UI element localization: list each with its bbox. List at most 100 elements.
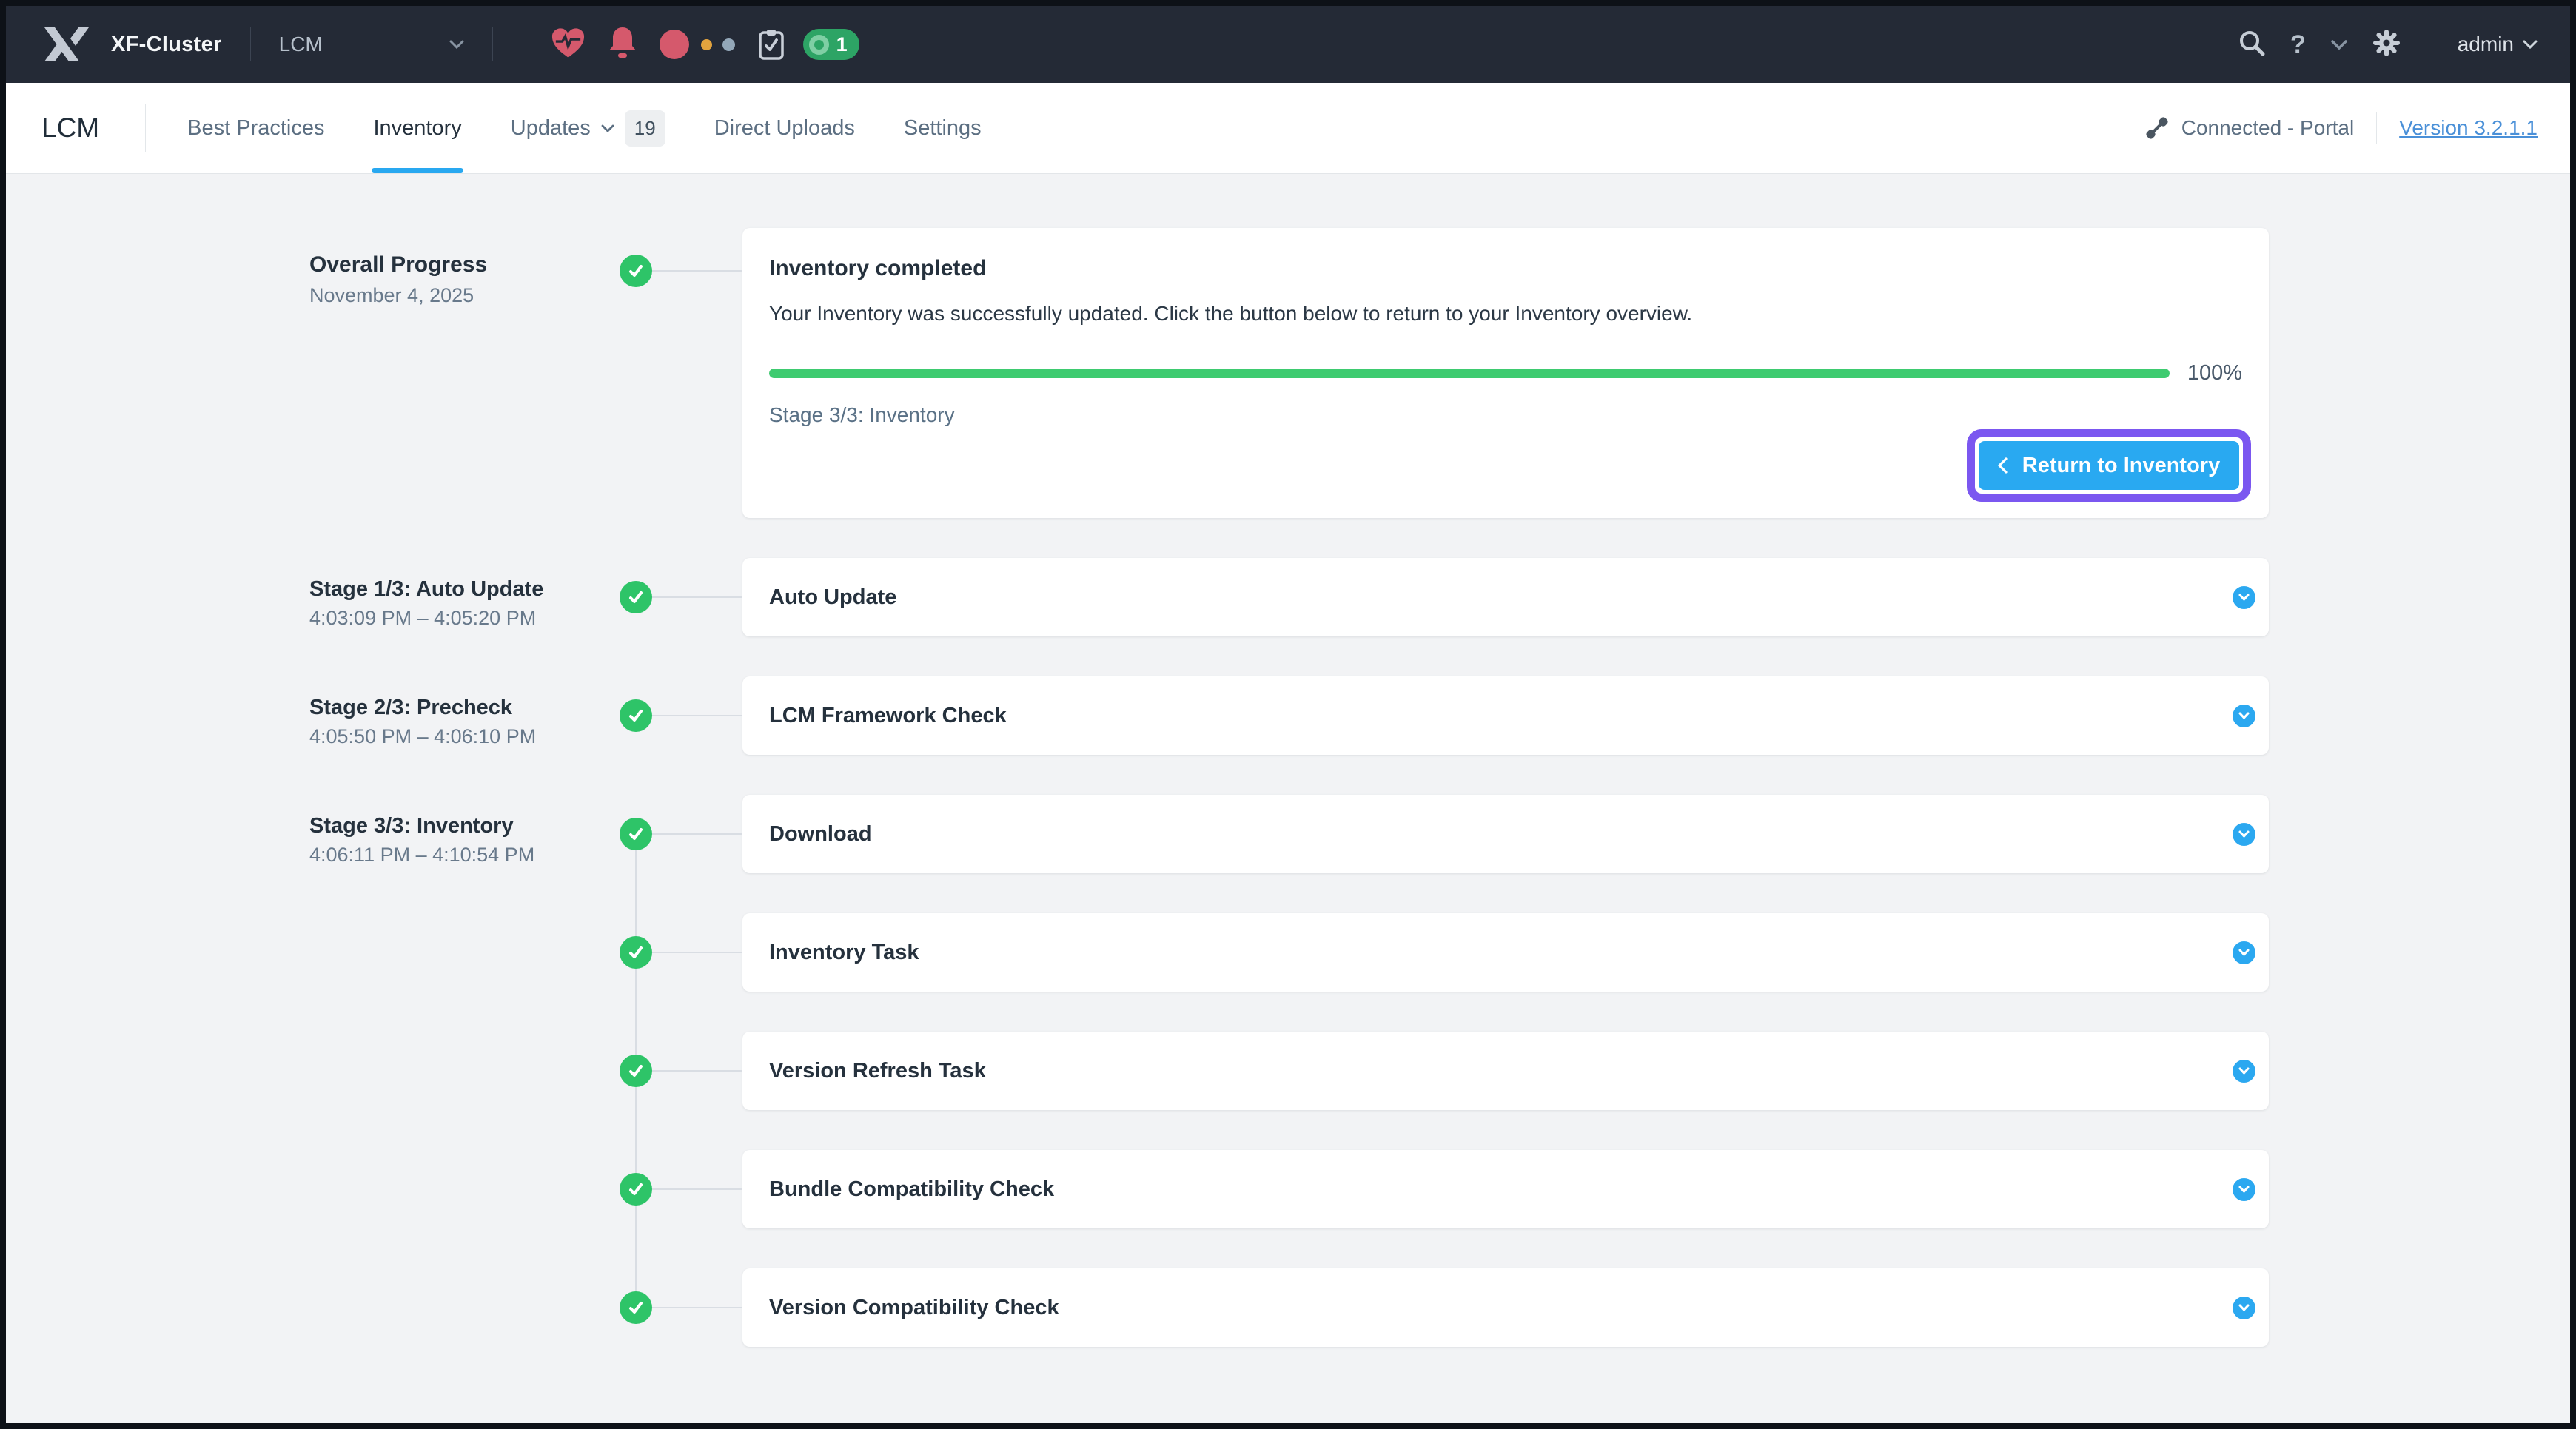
- stage-label: Stage 2/3: Precheck: [309, 694, 724, 721]
- critical-alert-dot[interactable]: [660, 30, 689, 59]
- top-bar: XF-Cluster LCM: [6, 6, 2570, 83]
- app-selector-dropdown[interactable]: LCM: [279, 33, 464, 56]
- card-message: Your Inventory was successfully updated.…: [769, 302, 2242, 326]
- return-to-inventory-button[interactable]: Return to Inventory: [1979, 441, 2239, 490]
- stage-time-range: 4:05:50 PM – 4:06:10 PM: [309, 724, 724, 749]
- divider: [145, 104, 146, 152]
- alerts-bell-icon[interactable]: [608, 26, 637, 63]
- chevron-down-icon: [2523, 40, 2538, 49]
- task-count: 1: [836, 33, 848, 56]
- connector-line: [652, 1307, 742, 1308]
- expand-chevron-icon[interactable]: [2233, 1178, 2255, 1201]
- check-success-icon: [620, 581, 652, 613]
- running-tasks-pill[interactable]: 1: [803, 29, 859, 60]
- cluster-name: XF-Cluster: [111, 33, 222, 57]
- task-title: Version Refresh Task: [769, 1059, 2233, 1083]
- stage-1-label-block: Stage 1/3: Auto Update 4:03:09 PM – 4:05…: [309, 576, 724, 631]
- current-stage-label: Stage 3/3: Inventory: [769, 403, 2242, 427]
- search-icon[interactable]: [2238, 30, 2265, 60]
- stage-label: Stage 3/3: Inventory: [309, 813, 724, 839]
- expand-chevron-icon[interactable]: [2233, 1060, 2255, 1083]
- tab-updates[interactable]: Updates 19: [511, 83, 665, 173]
- lcm-nav-bar: LCM Best Practices Inventory Updates 19 …: [6, 83, 2570, 173]
- connector-line: [652, 1188, 742, 1190]
- chevron-left-icon: [1998, 457, 2008, 474]
- task-title: Inventory Task: [769, 941, 2233, 965]
- progress-percent: 100%: [2187, 361, 2242, 386]
- stage-time-range: 4:06:11 PM – 4:10:54 PM: [309, 842, 724, 867]
- expand-chevron-icon[interactable]: [2233, 941, 2255, 964]
- updates-count-badge: 19: [625, 110, 665, 147]
- task-card-version-refresh-task: Version Refresh Task: [742, 1032, 2269, 1110]
- expand-chevron-icon[interactable]: [2233, 823, 2255, 846]
- task-title: LCM Framework Check: [769, 704, 2233, 728]
- tab-direct-uploads[interactable]: Direct Uploads: [714, 83, 855, 173]
- overall-progress-date: November 4, 2025: [309, 283, 724, 308]
- connector-line: [652, 952, 742, 953]
- nutanix-x-logo-icon[interactable]: [44, 27, 89, 61]
- task-card-lcm-framework-check: LCM Framework Check: [742, 676, 2269, 755]
- inventory-completed-card: Inventory completed Your Inventory was s…: [742, 228, 2269, 518]
- task-card-download: Download: [742, 795, 2269, 873]
- connector-line: [652, 833, 742, 835]
- connection-status: Connected - Portal: [2146, 116, 2354, 140]
- chevron-down-icon: [449, 40, 464, 49]
- expand-chevron-icon[interactable]: [2233, 1297, 2255, 1319]
- expand-chevron-icon[interactable]: [2233, 705, 2255, 727]
- app-selector-label: LCM: [279, 33, 323, 56]
- check-success-icon: [620, 1055, 652, 1087]
- tab-best-practices[interactable]: Best Practices: [187, 83, 324, 173]
- task-title: Version Compatibility Check: [769, 1296, 2233, 1320]
- connection-status-label: Connected - Portal: [2181, 116, 2354, 140]
- check-success-icon: [620, 818, 652, 850]
- health-icons-group: 1: [551, 26, 859, 63]
- version-link[interactable]: Version 3.2.1.1: [2399, 116, 2538, 140]
- stage-3-label-block: Stage 3/3: Inventory 4:06:11 PM – 4:10:5…: [309, 813, 724, 867]
- check-success-icon: [620, 699, 652, 732]
- tab-settings[interactable]: Settings: [904, 83, 982, 173]
- task-card-auto-update: Auto Update: [742, 558, 2269, 636]
- task-card-bundle-compatibility-check: Bundle Compatibility Check: [742, 1150, 2269, 1228]
- stage-2-label-block: Stage 2/3: Precheck 4:05:50 PM – 4:06:10…: [309, 694, 724, 749]
- app-window: XF-Cluster LCM: [6, 6, 2570, 1423]
- stage-label: Stage 1/3: Auto Update: [309, 576, 724, 602]
- divider: [250, 27, 251, 61]
- overall-progress-label-block: Overall Progress November 4, 2025: [309, 252, 724, 308]
- nav-tabs: Best Practices Inventory Updates 19 Dire…: [187, 83, 982, 173]
- connector-line: [652, 270, 742, 272]
- connector-line: [652, 596, 742, 598]
- task-title: Bundle Compatibility Check: [769, 1177, 2233, 1202]
- check-success-icon: [620, 936, 652, 969]
- help-icon[interactable]: ?: [2290, 32, 2306, 57]
- task-card-inventory-task: Inventory Task: [742, 913, 2269, 992]
- progress-bar-track: [769, 369, 2170, 378]
- highlight-ring: Return to Inventory: [1967, 429, 2251, 502]
- health-heart-icon[interactable]: [551, 27, 586, 63]
- task-spinner-icon: [809, 35, 829, 55]
- stage-time-range: 4:03:09 PM – 4:05:20 PM: [309, 605, 724, 631]
- expand-chevron-icon[interactable]: [2233, 586, 2255, 609]
- check-success-icon: [620, 1291, 652, 1324]
- overall-progress-title: Overall Progress: [309, 252, 724, 278]
- divider: [492, 27, 493, 61]
- task-title: Auto Update: [769, 585, 2233, 610]
- connector-plug-icon: [2146, 117, 2168, 139]
- connector-line: [652, 715, 742, 716]
- check-success-icon: [620, 1173, 652, 1206]
- user-menu[interactable]: admin: [2458, 33, 2538, 56]
- tasks-clipboard-icon[interactable]: [759, 29, 784, 60]
- tab-inventory[interactable]: Inventory: [373, 83, 461, 173]
- username: admin: [2458, 33, 2514, 56]
- info-dot: [722, 38, 735, 51]
- task-title: Download: [769, 822, 2233, 847]
- inventory-progress-view: Overall Progress November 4, 2025 Stage …: [6, 173, 2570, 1423]
- task-card-version-compatibility-check: Version Compatibility Check: [742, 1268, 2269, 1347]
- collapse-chevron-icon[interactable]: [2331, 40, 2347, 50]
- check-success-icon: [620, 255, 652, 287]
- screenshot-frame: XF-Cluster LCM: [0, 0, 2576, 1429]
- card-title: Inventory completed: [769, 256, 2242, 281]
- divider: [2376, 112, 2377, 144]
- connector-line: [652, 1070, 742, 1072]
- settings-gear-icon[interactable]: [2372, 29, 2401, 61]
- page-title: LCM: [41, 112, 99, 144]
